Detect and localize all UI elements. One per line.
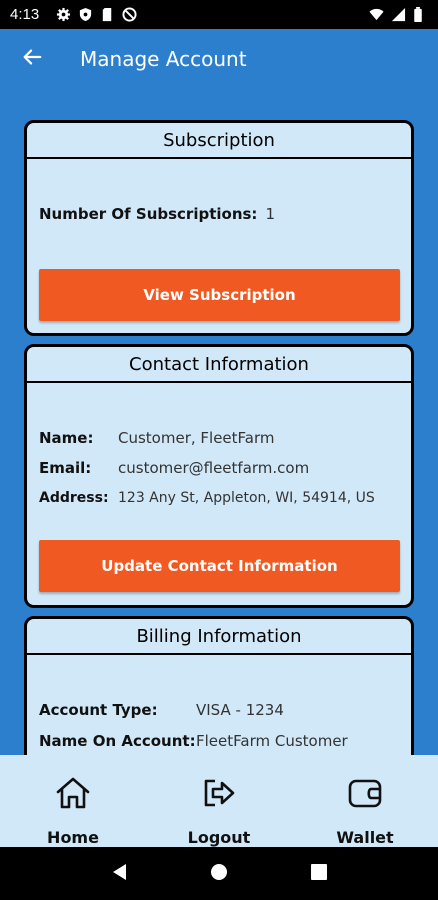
contact-address-row: Address: 123 Any St, Appleton, WI, 54914… — [39, 490, 375, 506]
subscription-card: Subscription Number Of Subscriptions: 1 … — [24, 120, 414, 336]
back-button[interactable] — [2, 29, 62, 89]
contact-email-row: Email: customer@fleetfarm.com — [39, 459, 309, 477]
battery-icon — [413, 7, 428, 22]
billing-name-row: Name On Account: FleetFarm Customer — [39, 732, 348, 750]
nav-logout[interactable]: Logout — [146, 755, 292, 847]
billing-account-type-value: VISA - 1234 — [196, 701, 284, 719]
billing-name-value: FleetFarm Customer — [196, 732, 348, 750]
system-home-icon[interactable] — [209, 862, 229, 886]
shield-icon — [78, 7, 93, 22]
home-icon — [53, 773, 93, 812]
contact-address-value: 123 Any St, Appleton, WI, 54914, US — [118, 490, 375, 506]
contact-email-value: customer@fleetfarm.com — [118, 459, 310, 477]
billing-account-type-label: Account Type: — [39, 701, 158, 719]
subscription-count-label: Number Of Subscriptions: — [39, 205, 258, 223]
wallet-icon — [345, 773, 385, 812]
nav-wallet-label: Wallet — [336, 828, 394, 847]
contact-name-label: Name: — [39, 429, 94, 447]
nav-home[interactable]: Home — [0, 755, 146, 847]
nav-logout-label: Logout — [187, 828, 251, 847]
billing-name-label: Name On Account: — [39, 732, 196, 750]
contact-address-label: Address: — [39, 490, 109, 506]
back-arrow-icon — [21, 46, 43, 72]
system-recents-icon[interactable] — [310, 863, 328, 885]
system-nav-bar — [0, 847, 438, 900]
nav-wallet[interactable]: Wallet — [292, 755, 438, 847]
logout-icon — [199, 773, 239, 812]
billing-card: Billing Information Account Type: VISA -… — [24, 616, 414, 755]
sim-card-icon — [100, 7, 115, 22]
wifi-icon — [369, 7, 384, 22]
update-contact-button[interactable]: Update Contact Information — [39, 540, 400, 592]
status-bar: 4:13 — [0, 0, 438, 29]
system-back-icon[interactable] — [110, 862, 128, 886]
content-scroll[interactable]: Subscription Number Of Subscriptions: 1 … — [0, 89, 438, 755]
subscription-count-value: 1 — [265, 205, 275, 223]
bottom-nav: Home Logout Wallet — [0, 755, 438, 847]
app-bar: Manage Account — [0, 29, 438, 89]
settings-gear-icon — [56, 7, 71, 22]
subscription-title: Subscription — [27, 123, 411, 159]
view-subscription-button[interactable]: View Subscription — [39, 269, 400, 321]
billing-title: Billing Information — [27, 619, 411, 655]
nav-home-label: Home — [47, 828, 99, 847]
contact-email-label: Email: — [39, 459, 92, 477]
contact-name-row: Name: Customer, FleetFarm — [39, 429, 275, 447]
status-time: 4:13 — [10, 6, 40, 23]
billing-account-type-row: Account Type: VISA - 1234 — [39, 701, 284, 719]
no-disturb-icon — [122, 7, 137, 22]
page-title: Manage Account — [80, 47, 247, 71]
contact-title: Contact Information — [27, 347, 411, 383]
contact-card: Contact Information Name: Customer, Flee… — [24, 344, 414, 608]
contact-name-value: Customer, FleetFarm — [118, 429, 275, 447]
signal-icon — [391, 7, 406, 22]
subscription-count-row: Number Of Subscriptions: 1 — [39, 205, 275, 223]
